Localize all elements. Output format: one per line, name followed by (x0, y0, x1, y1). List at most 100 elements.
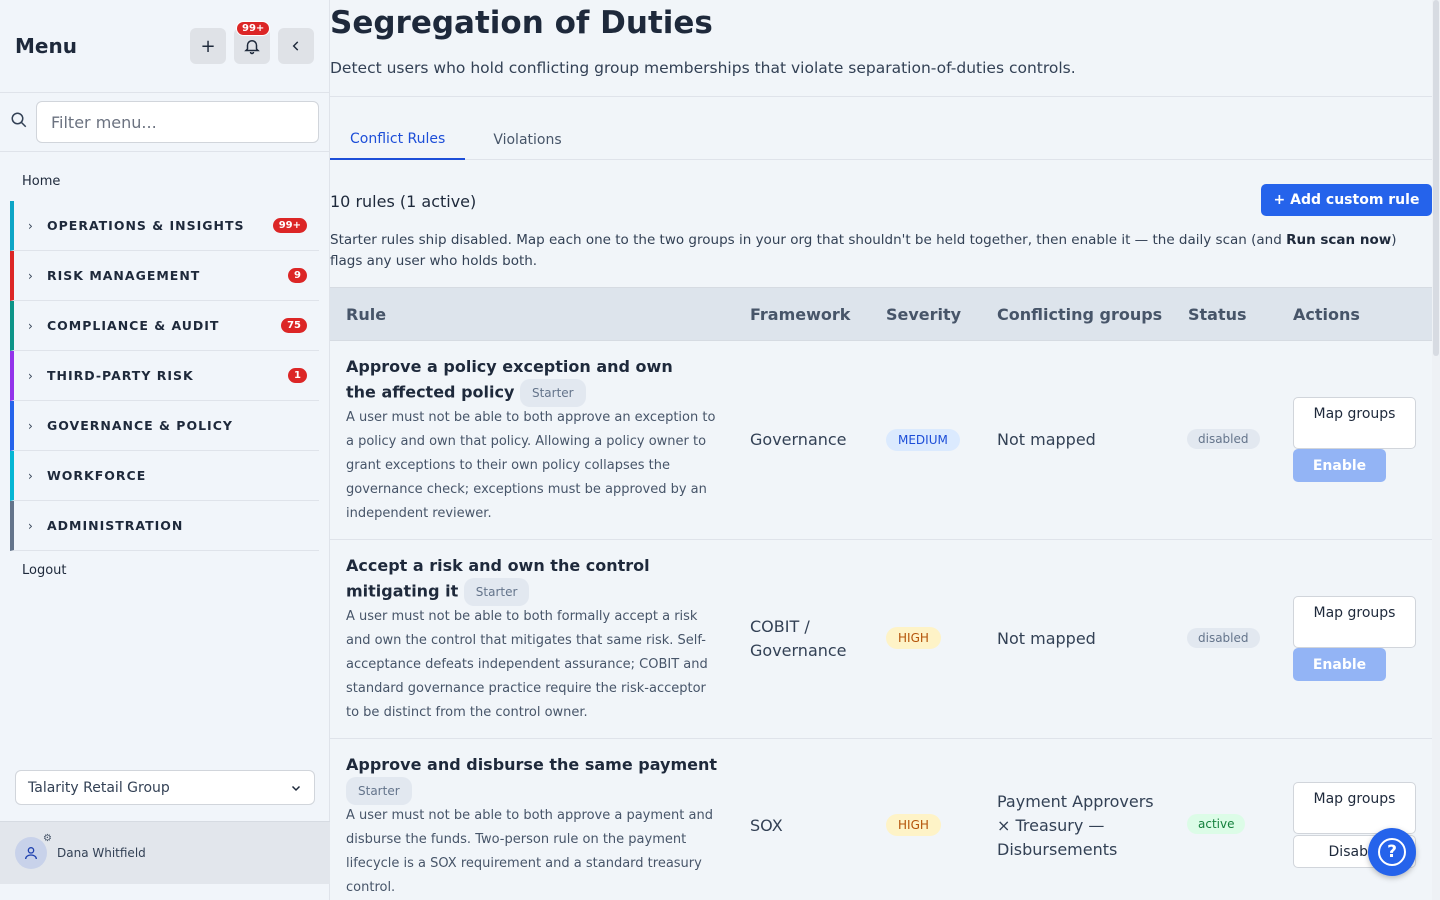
rule-description: A user must not be able to both formally… (346, 609, 708, 720)
rule-title: Approve a policy exception and own the a… (346, 355, 706, 407)
column-header-status: Status (1188, 305, 1247, 324)
search-icon (10, 111, 36, 133)
starter-badge: Starter (519, 379, 586, 407)
sidebar-section-risk-management[interactable]: › RISK MANAGEMENT 9 (10, 251, 319, 301)
info-note: Starter rules ship disabled. Map each on… (330, 230, 1430, 272)
filter-menu-input[interactable] (36, 101, 319, 143)
chevron-right-icon: › (28, 318, 33, 333)
severity-badge: HIGH (886, 814, 941, 836)
user-profile[interactable]: ⚙ Dana Whitfield (0, 821, 330, 884)
sidebar: Menu + 99+ Home ›OPERATIONS & INSIGHTS99… (0, 0, 330, 900)
framework-cell: Governance (750, 430, 847, 449)
chevron-right-icon: › (28, 418, 33, 433)
notification-count-badge: 99+ (236, 21, 271, 36)
collapse-sidebar-button[interactable] (278, 28, 314, 64)
tab-violations[interactable]: Violations (473, 120, 581, 160)
rule-title: Approve and disburse the same payment Sta… (346, 753, 718, 805)
bell-icon (244, 40, 260, 55)
user-name: Dana Whitfield (57, 846, 146, 860)
sidebar-section-compliance-audit[interactable]: › COMPLIANCE & AUDIT 75 (10, 301, 319, 351)
sidebar-section-governance-policy[interactable]: › GOVERNANCE & POLICY (10, 401, 319, 451)
sidebar-section-label: OPERATIONS & INSIGHTS (47, 218, 245, 233)
question-icon: ? (1378, 838, 1406, 866)
status-badge: disabled (1187, 429, 1260, 449)
column-header-rule: Rule (346, 305, 387, 324)
sidebar-section-label: GOVERNANCE & POLICY (47, 418, 233, 433)
tab-conflict-rules[interactable]: Conflict Rules (330, 120, 466, 160)
rule-description: A user must not be able to both approve … (346, 410, 716, 521)
sidebar-section-operations-insights[interactable]: › OPERATIONS & INSIGHTS 99+ (10, 201, 319, 251)
sidebar-section-label: THIRD-PARTY RISK (47, 368, 194, 383)
user-icon (25, 847, 37, 860)
table-row: Approve a policy exception and own the a… (330, 341, 1432, 540)
sidebar-sections: › OPERATIONS & INSIGHTS 99+ › RISK MANAGEMEN… (0, 201, 329, 551)
column-header-severity: Severity (886, 305, 962, 324)
chevron-right-icon: › (28, 518, 33, 533)
add-button[interactable]: + (190, 28, 226, 64)
map-groups-button[interactable]: Map groups (1293, 397, 1416, 449)
conflicting-groups-cell: Not mapped (997, 629, 1096, 648)
main-content: Segregation of Duties Detect users who h… (330, 0, 1432, 900)
column-header-framework: Framework (750, 305, 851, 324)
chevron-left-icon (292, 41, 299, 51)
sidebar-search (0, 93, 329, 152)
sidebar-title: Menu (15, 34, 77, 58)
chevron-right-icon: › (28, 218, 33, 233)
severity-badge: HIGH (886, 627, 941, 649)
sidebar-section-label: RISK MANAGEMENT (47, 268, 201, 283)
framework-cell: SOX (750, 816, 783, 835)
chevron-right-icon: › (28, 368, 33, 383)
sidebar-section-label: ADMINISTRATION (47, 518, 184, 533)
conflicting-groups-cell: Not mapped (997, 430, 1096, 449)
notifications-button[interactable]: 99+ (234, 21, 271, 64)
rule-title: Accept a risk and own the control mitiga… (346, 554, 718, 606)
page-subtitle: Detect users who hold conflicting group … (330, 59, 1076, 77)
add-custom-rule-button[interactable]: + Add custom rule (1261, 184, 1432, 216)
avatar: ⚙ (15, 833, 52, 869)
rule-count: 10 rules (1 active) (330, 192, 477, 211)
divider (330, 96, 1432, 97)
starter-badge: Starter (346, 777, 412, 805)
section-count-badge: 1 (288, 368, 307, 383)
table-row: Accept a risk and own the control mitiga… (330, 540, 1432, 739)
enable-button[interactable]: Enable (1293, 449, 1386, 482)
starter-badge: Starter (463, 578, 530, 606)
sidebar-section-third-party-risk[interactable]: › THIRD-PARTY RISK 1 (10, 351, 319, 401)
sidebar-section-label: WORKFORCE (47, 468, 147, 483)
info-note-text-1: Starter rules ship disabled. Map each on… (330, 232, 1287, 248)
help-button[interactable]: ? (1368, 828, 1416, 876)
column-header-conflicting-groups: Conflicting groups (997, 305, 1163, 324)
sidebar-section-administration[interactable]: › ADMINISTRATION (10, 501, 319, 551)
enable-button[interactable]: Enable (1293, 648, 1386, 681)
scrollbar[interactable] (1432, 0, 1440, 900)
conflicting-groups-cell: Payment Approvers × Treasury — Disbursem… (997, 792, 1154, 859)
rule-title-text: Approve and disburse the same payment (346, 755, 717, 774)
rule-title-text: Approve a policy exception and own the a… (346, 357, 673, 402)
settings-icon: ⚙ (43, 833, 52, 844)
plus-icon: + (200, 35, 216, 57)
rule-description: A user must not be able to both approve … (346, 808, 713, 895)
map-groups-button[interactable]: Map groups (1293, 782, 1416, 834)
run-scan-now-emphasis: Run scan now (1286, 232, 1392, 248)
chevron-right-icon: › (28, 268, 33, 283)
table-row: Approve and disburse the same payment Sta… (330, 739, 1432, 900)
severity-badge: MEDIUM (886, 429, 960, 451)
sidebar-item-home[interactable]: Home (0, 152, 329, 201)
framework-cell: COBIT / Governance (750, 617, 847, 660)
status-badge: disabled (1187, 628, 1260, 648)
section-count-badge: 9 (288, 268, 307, 283)
section-count-badge: 99+ (272, 218, 307, 233)
tab-bar: Conflict Rules Violations (330, 120, 1432, 160)
scrollbar-thumb[interactable] (1433, 0, 1439, 356)
table-header: Rule Framework Severity Conflicting grou… (330, 287, 1432, 341)
status-badge: active (1187, 814, 1246, 834)
page-title: Segregation of Duties (330, 5, 713, 41)
chevron-right-icon: › (28, 468, 33, 483)
sidebar-section-label: COMPLIANCE & AUDIT (47, 318, 220, 333)
org-selector[interactable]: Talarity Retail Group (15, 770, 315, 805)
sidebar-section-workforce[interactable]: › WORKFORCE (10, 451, 319, 501)
logout-link[interactable]: Logout (0, 551, 329, 590)
map-groups-button[interactable]: Map groups (1293, 596, 1416, 648)
sidebar-header: Menu + 99+ (0, 0, 329, 93)
chevron-down-icon (291, 785, 301, 791)
